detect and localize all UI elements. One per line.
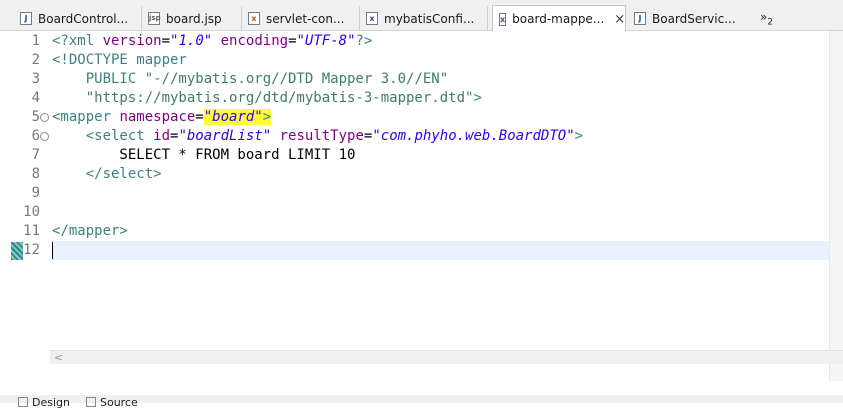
- tab-label: mybatisConfi...: [384, 11, 475, 26]
- line-number-gutter: 1 2 3 4 5 6 7 8 9 10 11 12: [12, 31, 50, 381]
- code-line: </select>: [52, 166, 162, 182]
- line-number: 8: [31, 166, 40, 182]
- line-number: 12: [23, 242, 40, 258]
- code-line: PUBLIC "-//mybatis.org//DTD Mapper 3.0//…: [52, 71, 449, 87]
- line-number: 9: [31, 185, 40, 201]
- code-line: <mapper namespace="board">: [52, 109, 272, 125]
- code-line: SELECT * FROM board LIMIT 10: [52, 147, 356, 163]
- scroll-left-icon[interactable]: <: [54, 351, 63, 364]
- tab-overflow-button[interactable]: »2: [760, 10, 773, 27]
- tab-design[interactable]: Design: [18, 395, 70, 409]
- jsp-file-icon: jsp: [148, 12, 161, 25]
- tab-label: board-mappe...: [512, 12, 605, 26]
- close-icon[interactable]: ×: [614, 12, 625, 27]
- overflow-count: 2: [767, 17, 774, 28]
- tab-mybatis-config[interactable]: x mybatisConfi...: [360, 6, 488, 31]
- editor-tab-bar: J BoardControl... jsp board.jsp x servle…: [0, 0, 843, 32]
- source-view-icon: [86, 397, 96, 407]
- overview-ruler: [0, 31, 12, 381]
- xml-file-icon: x: [366, 12, 378, 25]
- design-view-icon: [18, 397, 28, 407]
- line-number: 11: [23, 223, 40, 239]
- line-number: 1: [31, 33, 40, 49]
- line-number: 3: [31, 71, 40, 87]
- line-number: 6: [31, 128, 40, 144]
- java-file-icon: J: [20, 12, 32, 25]
- text-caret: [52, 241, 53, 259]
- code-line: </mapper>: [52, 223, 128, 239]
- change-marker: [11, 242, 23, 260]
- line-number: 4: [31, 90, 40, 106]
- fold-collapse-icon[interactable]: [40, 113, 49, 122]
- code-line: "https://mybatis.org/dtd/mybatis-3-mappe…: [52, 90, 482, 106]
- tab-board-jsp[interactable]: jsp board.jsp: [142, 6, 242, 31]
- tab-label: board.jsp: [166, 11, 222, 26]
- line-number: 10: [23, 204, 40, 220]
- code-area[interactable]: <?xml version="1.0" encoding="UTF-8"?> <…: [52, 31, 829, 381]
- tab-label: BoardControl...: [38, 11, 129, 26]
- vertical-scrollbar[interactable]: [829, 31, 843, 381]
- java-file-icon: J: [634, 12, 646, 25]
- tab-board-mapper[interactable]: x board-mappe... ×: [492, 5, 626, 32]
- fold-collapse-icon[interactable]: [40, 132, 49, 141]
- tab-board-service[interactable]: J BoardServic...: [628, 6, 748, 31]
- xml-file-icon: x: [499, 12, 507, 26]
- xml-config-icon: x: [248, 12, 260, 25]
- horizontal-scrollbar[interactable]: <: [50, 350, 843, 364]
- line-number: 2: [31, 52, 40, 68]
- tab-board-controller[interactable]: J BoardControl...: [14, 6, 142, 31]
- current-code-line: [52, 241, 829, 260]
- tab-label: Source: [100, 395, 138, 409]
- code-line: <!DOCTYPE mapper: [52, 52, 187, 68]
- code-line: <?xml version="1.0" encoding="UTF-8"?>: [52, 33, 373, 49]
- line-number: 7: [31, 147, 40, 163]
- xml-source-editor[interactable]: 1 2 3 4 5 6 7 8 9 10 11 12 <?xml version…: [0, 31, 843, 381]
- code-line: <select id="boardList" resultType="com.p…: [52, 128, 584, 144]
- line-number: 5: [31, 109, 40, 125]
- tab-source[interactable]: Source: [86, 395, 138, 409]
- tab-label: servlet-con...: [266, 11, 345, 26]
- tab-label: BoardServic...: [652, 11, 736, 26]
- tab-servlet-context[interactable]: x servlet-con...: [242, 6, 360, 31]
- tab-label: Design: [32, 395, 70, 409]
